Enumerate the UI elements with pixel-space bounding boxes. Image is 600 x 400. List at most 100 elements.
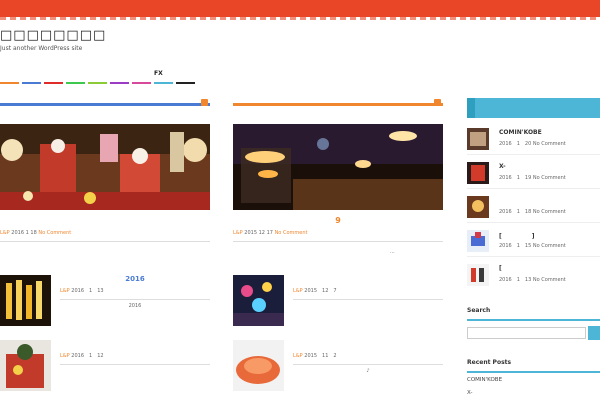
post-thumbnail[interactable] bbox=[233, 275, 284, 326]
sidebar-post-meta: 2016 1 19 No Comment bbox=[499, 174, 566, 181]
sidebar-thumbnail[interactable] bbox=[467, 196, 489, 218]
sidebar-thumbnail[interactable] bbox=[467, 128, 489, 150]
divider bbox=[293, 364, 443, 365]
nav-color-segment bbox=[110, 82, 129, 84]
read-more[interactable]: ... bbox=[390, 249, 395, 255]
post-excerpt: ♪ bbox=[366, 368, 370, 374]
sidebar-post[interactable]: X- 2016 1 19 No Comment bbox=[467, 162, 600, 190]
post-comments-link[interactable]: No Comment bbox=[38, 230, 71, 236]
nav-color-segment bbox=[0, 82, 19, 84]
post-meta: L&P 2015 12 17 No Comment bbox=[233, 230, 307, 236]
divider bbox=[467, 154, 600, 155]
sidebar-comments[interactable]: No Comment bbox=[533, 141, 566, 147]
nav-color-strip bbox=[0, 82, 195, 84]
post-date-day: 17 bbox=[266, 230, 273, 236]
post-date-year: 2016 bbox=[11, 230, 25, 236]
nav-item-fx[interactable]: FX bbox=[154, 70, 163, 77]
post-thumbnail[interactable] bbox=[0, 340, 51, 391]
heading-underline bbox=[467, 371, 600, 373]
post-excerpt: 2016 bbox=[128, 303, 142, 309]
recent-post-link[interactable]: COMIN'KOBE bbox=[467, 377, 502, 383]
heading-underline bbox=[467, 319, 600, 321]
post-category-link[interactable]: L&P bbox=[293, 288, 303, 294]
sidebar-post-date: 2016 1 15 bbox=[499, 243, 532, 249]
sidebar-post-meta: 2016 1 15 No Comment bbox=[499, 242, 566, 249]
post-date: 2015 11 2 bbox=[304, 353, 337, 359]
sidebar-post-meta: 2016 1 20 No Comment bbox=[499, 140, 566, 147]
post-category-link[interactable]: L&P bbox=[60, 353, 70, 359]
sidebar-comments[interactable]: No Comment bbox=[533, 209, 566, 215]
post-date-day: 18 bbox=[30, 230, 37, 236]
sidebar-post-title[interactable]: [ bbox=[499, 265, 502, 272]
nav-color-segment bbox=[176, 82, 195, 84]
post-title[interactable]: 9 bbox=[233, 216, 443, 225]
nav-color-segment bbox=[88, 82, 107, 84]
post-meta: L&P 2016 1 13 bbox=[60, 287, 104, 294]
list-post: L&P 2016 1 12 bbox=[0, 340, 210, 392]
site-title[interactable]: □□□□□□□□ bbox=[0, 28, 106, 43]
sidebar-comments[interactable]: No Comment bbox=[533, 277, 566, 283]
sidebar-thumbnail[interactable] bbox=[467, 264, 489, 286]
sidebar-post-date: 2016 1 18 bbox=[499, 209, 532, 215]
search-input[interactable] bbox=[467, 327, 586, 339]
post-category-link[interactable]: L&P bbox=[293, 353, 303, 359]
sidebar-post-title[interactable]: [ ] bbox=[499, 231, 535, 240]
sidebar-post[interactable]: [ ] 2016 1 15 No Comment bbox=[467, 230, 600, 258]
search-button[interactable] bbox=[588, 326, 600, 340]
post-image-candles[interactable] bbox=[233, 124, 443, 210]
divider bbox=[233, 241, 443, 242]
nav-color-segment bbox=[132, 82, 151, 84]
top-banner bbox=[0, 0, 600, 20]
nav-color-segment bbox=[154, 82, 173, 84]
sidebar-post-meta: 2016 1 18 No Comment bbox=[499, 208, 566, 215]
recent-post-link[interactable]: X- bbox=[467, 390, 472, 396]
sidebar-post-date: 2016 1 19 bbox=[499, 175, 532, 181]
sidebar-post-title[interactable]: COMIN'KOBE bbox=[499, 129, 542, 136]
post-date: 2015 12 7 bbox=[304, 288, 337, 294]
list-post: L&P 2015 11 2 ♪ bbox=[233, 340, 443, 392]
post-date-month: 12 bbox=[258, 230, 265, 236]
rss-icon[interactable] bbox=[434, 99, 441, 106]
sidebar-comments[interactable]: No Comment bbox=[533, 175, 566, 181]
search-heading: Search bbox=[467, 307, 491, 314]
sidebar-thumbnail[interactable] bbox=[467, 162, 489, 184]
post-category-link[interactable]: L&P bbox=[233, 230, 243, 236]
post-comments-link[interactable]: No Comment bbox=[275, 230, 308, 236]
main-nav: FX bbox=[0, 66, 210, 86]
post-date: 2016 1 12 bbox=[71, 353, 104, 359]
sidebar-post-date: 2016 1 20 bbox=[499, 141, 532, 147]
sidebar-header-tab bbox=[467, 98, 475, 118]
post-meta: L&P 2016 1 12 bbox=[60, 352, 104, 359]
sidebar-post[interactable]: [ 2016 1 13 No Comment bbox=[467, 264, 600, 292]
post-category-link[interactable]: L&P bbox=[0, 230, 10, 236]
sidebar-post[interactable]: 2016 1 18 No Comment bbox=[467, 196, 600, 224]
site-description: Just another WordPress site bbox=[0, 45, 83, 52]
post-title[interactable]: 2016 bbox=[60, 275, 210, 283]
nav-color-segment bbox=[66, 82, 85, 84]
sidebar-thumbnail[interactable] bbox=[467, 230, 489, 252]
divider bbox=[467, 256, 600, 257]
recent-posts-heading: Recent Posts bbox=[467, 359, 512, 366]
divider bbox=[293, 299, 443, 300]
post-date: 2016 1 13 bbox=[71, 288, 104, 294]
banner-edge bbox=[0, 14, 600, 20]
post-image-hina-dolls[interactable] bbox=[0, 124, 210, 210]
post-meta: L&P 2016 1 18 No Comment bbox=[0, 230, 71, 236]
sidebar-comments[interactable]: No Comment bbox=[533, 243, 566, 249]
sidebar-post[interactable]: COMIN'KOBE 2016 1 20 No Comment bbox=[467, 128, 600, 156]
post-thumbnail[interactable] bbox=[233, 340, 284, 391]
divider bbox=[60, 364, 210, 365]
divider bbox=[60, 299, 210, 300]
post-meta: L&P 2015 11 2 bbox=[293, 352, 337, 359]
featured-post-2: 9 L&P 2015 12 17 No Comment ... bbox=[233, 99, 443, 255]
sidebar-header bbox=[467, 98, 600, 118]
rss-icon[interactable] bbox=[201, 99, 208, 106]
nav-color-segment bbox=[44, 82, 63, 84]
divider bbox=[0, 241, 210, 242]
divider bbox=[467, 222, 600, 223]
sidebar-post-title[interactable]: X- bbox=[499, 163, 506, 170]
sidebar-post-meta: 2016 1 13 No Comment bbox=[499, 276, 566, 283]
post-thumbnail[interactable] bbox=[0, 275, 51, 326]
nav-color-segment bbox=[22, 82, 41, 84]
post-category-link[interactable]: L&P bbox=[60, 288, 70, 294]
